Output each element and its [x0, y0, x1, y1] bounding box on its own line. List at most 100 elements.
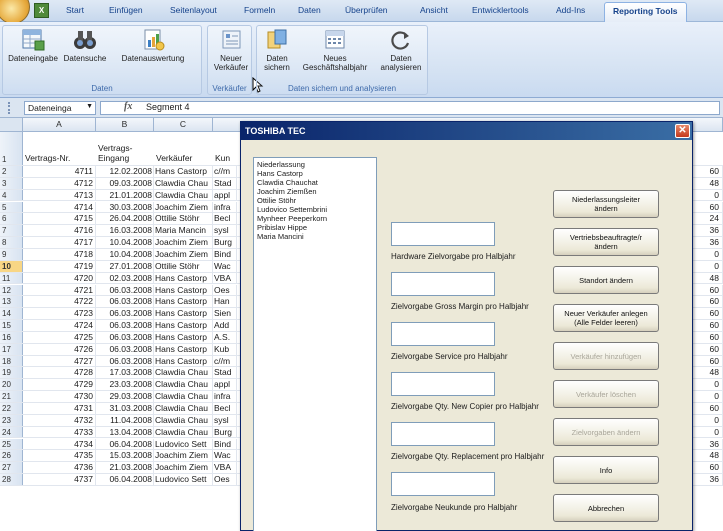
cell-eingang[interactable]: 21.03.2008 — [96, 462, 154, 474]
column-header-a[interactable]: A — [23, 118, 96, 132]
cell-eingang[interactable]: 11.04.2008 — [96, 414, 154, 426]
row-number[interactable]: 11 — [0, 272, 23, 284]
cell-right-value[interactable]: 36 — [694, 237, 723, 248]
header-kunde[interactable]: Kun — [215, 153, 230, 163]
dateneingabe-button[interactable]: Dateneingabe — [5, 28, 61, 63]
cell-right-value[interactable]: 0 — [694, 414, 723, 426]
cell-eingang[interactable]: 10.04.2008 — [96, 248, 154, 260]
cell-vertrags-nr[interactable]: 4731 — [23, 403, 96, 414]
cell-kunde[interactable]: infra — [213, 391, 237, 402]
cell-right-value[interactable]: 48 — [694, 367, 723, 379]
cell-right-value[interactable]: 36 — [694, 225, 723, 237]
row-number[interactable]: 16 — [0, 331, 23, 343]
cell-verkaeufer[interactable]: Clawdia Chau — [154, 414, 213, 426]
cell-eingang[interactable]: 26.04.2008 — [96, 213, 154, 225]
cell-kunde[interactable]: Stad — [213, 177, 237, 189]
tab-start[interactable]: Start — [66, 5, 84, 15]
cell-right-value[interactable]: 0 — [694, 189, 723, 201]
cell-verkaeufer[interactable]: Ludovico Sett — [154, 438, 213, 450]
cell-vertrags-nr[interactable]: 4722 — [23, 296, 96, 308]
cell-kunde[interactable]: Wac — [213, 450, 237, 462]
cell-right-value[interactable]: 60 — [694, 201, 723, 213]
cell-verkaeufer[interactable]: Joachim Ziem — [154, 450, 213, 462]
cell-verkaeufer[interactable]: Hans Castorp — [154, 296, 213, 308]
cell-vertrags-nr[interactable]: 4735 — [23, 450, 96, 462]
gross-margin-target-input[interactable] — [391, 272, 495, 296]
neues-geschaeftshalbjahr-button[interactable]: Neues Geschäftshalbjahr — [293, 28, 377, 72]
cell-right-value[interactable]: 24 — [694, 213, 723, 225]
cell-right-value[interactable]: 60 — [694, 296, 723, 308]
cell-kunde[interactable]: Becl — [213, 403, 237, 414]
cell-verkaeufer[interactable]: Ludovico Sett — [154, 474, 213, 485]
row-number[interactable]: 6 — [0, 213, 23, 225]
cell-eingang[interactable]: 17.03.2008 — [96, 367, 154, 379]
cell-kunde[interactable]: Add — [213, 320, 237, 331]
cell-verkaeufer[interactable]: Ottilie Stöhr — [154, 213, 213, 225]
cell-kunde[interactable]: c//m — [213, 166, 237, 177]
cell-kunde[interactable]: A.S. — [213, 331, 237, 343]
cell-right-value[interactable]: 60 — [694, 355, 723, 367]
vertriebsbeauftragte-aendern-button[interactable]: Vertriebsbeauftragte/r ändern — [553, 228, 659, 256]
cell-verkaeufer[interactable]: Hans Castorp — [154, 320, 213, 331]
cell-eingang[interactable]: 31.03.2008 — [96, 403, 154, 414]
cell-verkaeufer[interactable]: Joachim Ziem — [154, 462, 213, 474]
cell-verkaeufer[interactable]: Clawdia Chau — [154, 426, 213, 438]
cell-kunde[interactable]: Sien — [213, 308, 237, 319]
verkaeufer-hinzufuegen-button[interactable]: Verkäufer hinzufügen — [553, 342, 659, 370]
cell-verkaeufer[interactable]: Ottilie Stöhr — [154, 260, 213, 272]
cell-eingang[interactable]: 06.03.2008 — [96, 284, 154, 296]
cell-eingang[interactable]: 02.03.2008 — [96, 272, 154, 284]
cell-vertrags-nr[interactable]: 4734 — [23, 438, 96, 450]
cell-eingang[interactable]: 06.04.2008 — [96, 438, 154, 450]
cell-kunde[interactable]: sysl — [213, 414, 237, 426]
list-item[interactable]: Hans Castorp — [257, 169, 373, 178]
datenauswertung-button[interactable]: Datenauswertung — [109, 28, 197, 63]
cell-kunde[interactable]: Bind — [213, 248, 237, 260]
cell-verkaeufer[interactable]: Hans Castorp — [154, 284, 213, 296]
cell-verkaeufer[interactable]: Hans Castorp — [154, 308, 213, 319]
cell-verkaeufer[interactable]: Clawdia Chau — [154, 403, 213, 414]
replacement-target-input[interactable] — [391, 422, 495, 446]
tab-einfuegen[interactable]: Einfügen — [109, 5, 143, 15]
cell-eingang[interactable]: 06.03.2008 — [96, 296, 154, 308]
name-box[interactable]: Dateneinga ▼ — [24, 101, 96, 115]
row-number[interactable]: 23 — [0, 414, 23, 426]
fx-icon[interactable]: fx — [124, 101, 132, 112]
cell-right-value[interactable]: 60 — [694, 166, 723, 177]
chevron-down-icon[interactable]: ▼ — [86, 103, 93, 110]
new-customer-target-input[interactable] — [391, 472, 495, 496]
row-number[interactable]: 25 — [0, 438, 23, 450]
cell-eingang[interactable]: 09.03.2008 — [96, 177, 154, 189]
tab-reporting-tools[interactable]: Reporting Tools — [604, 2, 687, 23]
row-number[interactable]: 17 — [0, 343, 23, 355]
cell-eingang[interactable]: 06.03.2008 — [96, 355, 154, 367]
abbrechen-button[interactable]: Abbrechen — [553, 494, 659, 522]
cell-verkaeufer[interactable]: Clawdia Chau — [154, 391, 213, 402]
cell-right-value[interactable]: 60 — [694, 331, 723, 343]
cell-eingang[interactable]: 15.03.2008 — [96, 450, 154, 462]
row-number[interactable]: 12 — [0, 284, 23, 296]
cell-vertrags-nr[interactable]: 4721 — [23, 284, 96, 296]
datensuche-button[interactable]: Datensuche — [59, 28, 111, 63]
column-header-c[interactable]: C — [154, 118, 213, 132]
cell-kunde[interactable]: Bind — [213, 438, 237, 450]
excel-icon[interactable]: X — [34, 3, 49, 18]
standort-aendern-button[interactable]: Standort ändern — [553, 266, 659, 294]
cell-vertrags-nr[interactable]: 4712 — [23, 177, 96, 189]
tab-daten[interactable]: Daten — [298, 5, 321, 15]
cell-vertrags-nr[interactable]: 4728 — [23, 367, 96, 379]
row-number[interactable]: 4 — [0, 189, 23, 201]
cell-kunde[interactable]: VBA — [213, 462, 237, 474]
cell-verkaeufer[interactable]: Joachim Ziem — [154, 237, 213, 248]
cell-vertrags-nr[interactable]: 4732 — [23, 414, 96, 426]
cell-right-value[interactable]: 0 — [694, 248, 723, 260]
tab-entwicklertools[interactable]: Entwicklertools — [472, 5, 529, 15]
select-all-corner[interactable] — [0, 118, 23, 132]
neuer-verkaeufer-anlegen-button[interactable]: Neuer Verkäufer anlegen (Alle Felder leer… — [553, 304, 659, 332]
tab-ueberpruefen[interactable]: Überprüfen — [345, 5, 388, 15]
cell-kunde[interactable]: c//m — [213, 355, 237, 367]
seller-listbox[interactable]: Niederlassung Hans Castorp Clawdia Chauc… — [253, 157, 377, 531]
cell-kunde[interactable]: infra — [213, 201, 237, 213]
cell-eingang[interactable]: 23.03.2008 — [96, 379, 154, 391]
verkaeufer-loeschen-button[interactable]: Verkäufer löschen — [553, 380, 659, 408]
